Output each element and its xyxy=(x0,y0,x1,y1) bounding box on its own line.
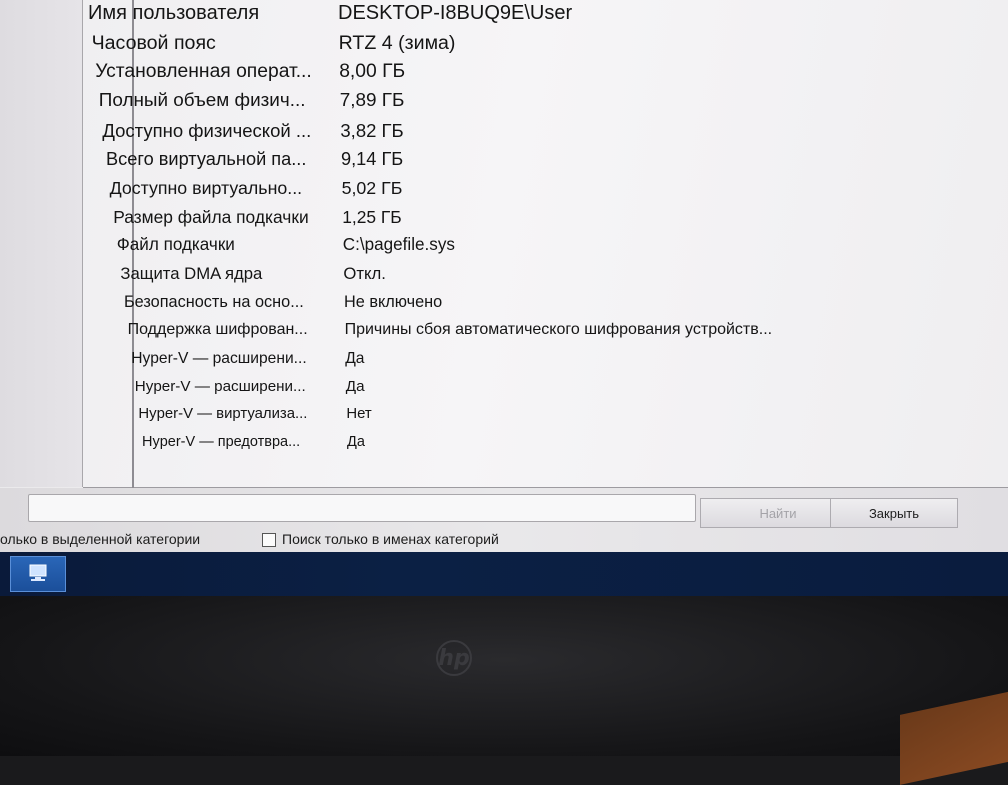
close-button[interactable]: Закрыть xyxy=(830,498,958,528)
summary-row-key: Защита DMA ядра xyxy=(120,264,263,284)
screen: Имя пользователя DESKTOP-I8BUQ9E\User Часо… xyxy=(0,0,1008,596)
summary-row-value: Да xyxy=(347,434,365,450)
summary-row-value: Не включено xyxy=(344,292,443,311)
summary-row-key: Полный объем физич... xyxy=(98,90,306,112)
summary-row-key: Доступно физической ... xyxy=(102,119,312,141)
summary-row-key: Hyper-V — расширени... xyxy=(131,349,307,367)
summary-row-key: Поддержка шифрован... xyxy=(127,321,308,339)
search-input[interactable] xyxy=(28,494,696,522)
summary-row-value: 1,25 ГБ xyxy=(342,206,402,227)
summary-row-key: Hyper-V — виртуализа... xyxy=(138,405,308,422)
summary-row-value: Нет xyxy=(346,405,372,422)
summary-row-value: Да xyxy=(345,377,365,395)
system-information-taskbar-icon[interactable] xyxy=(10,556,66,592)
search-selected-category-option[interactable]: олько в выделенной категории xyxy=(0,531,200,547)
summary-row-value: 5,02 ГБ xyxy=(341,177,403,198)
search-names-only-label: Поиск только в именах категорий xyxy=(282,531,499,547)
summary-row-value: Причины сбоя автоматического шифрования … xyxy=(344,321,773,339)
summary-row-key: Hyper-V — предотвра... xyxy=(142,434,301,450)
summary-row-value: Откл. xyxy=(343,264,386,284)
summary-row-key: Безопасность на осно... xyxy=(124,292,304,311)
summary-row-key: Часовой пояс xyxy=(91,31,216,54)
summary-row-value: 7,89 ГБ xyxy=(339,90,405,112)
taskbar xyxy=(0,552,1008,596)
summary-row-value: 3,82 ГБ xyxy=(340,119,404,141)
summary-row-key: Всего виртуальной па... xyxy=(106,148,307,169)
hp-logo: hp xyxy=(430,640,478,676)
laptop-bezel xyxy=(0,596,1008,756)
search-names-only-checkbox[interactable] xyxy=(262,533,276,547)
summary-row-key: Hyper-V — расширени... xyxy=(134,377,306,395)
summary-row-value: C:\pagefile.sys xyxy=(342,235,455,255)
summary-row-value: Да xyxy=(345,349,365,367)
summary-row-value: RTZ 4 (зима) xyxy=(338,31,456,54)
summary-row-value: 9,14 ГБ xyxy=(341,148,404,169)
summary-row-key: Имя пользователя xyxy=(88,2,260,24)
summary-row-key: Размер файла подкачки xyxy=(113,206,309,227)
summary-row-value: DESKTOP-I8BUQ9E\User xyxy=(338,2,573,24)
summary-row-key: Файл подкачки xyxy=(116,235,235,255)
category-tree-pane[interactable] xyxy=(0,0,83,487)
summary-row-key: Доступно виртуально... xyxy=(109,177,303,198)
summary-row-value: 8,00 ГБ xyxy=(339,60,406,82)
summary-row-key: Установленная операт... xyxy=(95,60,312,82)
